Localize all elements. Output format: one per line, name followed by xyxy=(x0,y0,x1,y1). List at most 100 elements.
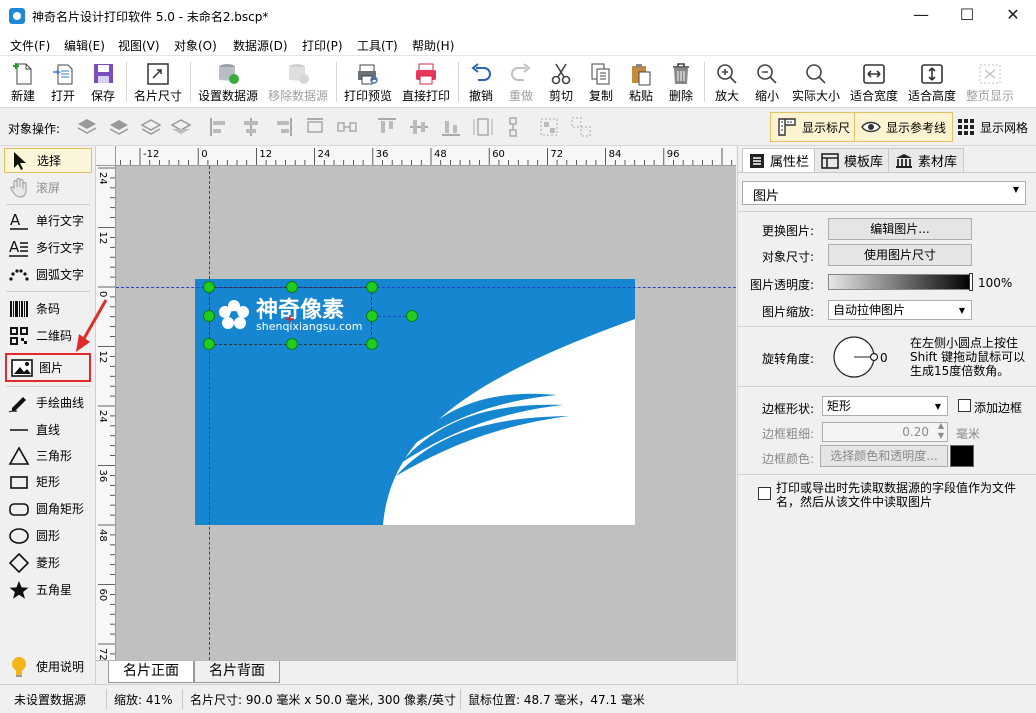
same-width-button[interactable] xyxy=(472,116,494,138)
resize-handle-tr[interactable] xyxy=(366,281,378,293)
design-canvas[interactable]: 神奇像素 shenqixiangsu.com xyxy=(116,166,736,660)
tool-circle[interactable]: 圆形 xyxy=(4,523,92,548)
align-bottom-button[interactable] xyxy=(440,116,462,138)
menu-edit[interactable]: 编辑(E) xyxy=(64,37,105,54)
tool-freehand[interactable]: 手绘曲线 xyxy=(4,390,92,415)
maximize-button[interactable]: ☐ xyxy=(944,0,990,32)
fit-width-button[interactable]: 适合宽度 xyxy=(848,58,900,106)
tool-rect[interactable]: 矩形 xyxy=(4,469,92,494)
same-height-button[interactable] xyxy=(502,116,524,138)
tool-single-text[interactable]: A 单行文字 xyxy=(4,208,92,233)
help-button[interactable]: 使用说明 xyxy=(4,654,92,679)
align-middle-button[interactable] xyxy=(408,116,430,138)
direct-print-button[interactable]: 直接打印 xyxy=(400,58,452,106)
menu-view[interactable]: 视图(V) xyxy=(118,37,160,54)
ungroup-button[interactable] xyxy=(570,116,592,138)
remove-datasource-button[interactable]: 移除数据源 xyxy=(266,58,330,106)
resize-handle-br[interactable] xyxy=(366,338,378,350)
close-button[interactable]: ✕ xyxy=(990,0,1036,32)
toggle-show-ruler[interactable]: 显示标尺 xyxy=(770,112,858,142)
menu-object[interactable]: 对象(O) xyxy=(174,37,217,54)
resize-handle-top[interactable] xyxy=(286,281,298,293)
border-shape-select[interactable]: 矩形 ▼ xyxy=(822,396,948,416)
tab-materials[interactable]: 素材库 xyxy=(888,148,965,172)
tool-select[interactable]: 选择 xyxy=(4,148,92,173)
undo-button[interactable]: 撤销 xyxy=(464,58,498,106)
resize-handle-right[interactable] xyxy=(366,310,378,322)
align-center-button[interactable] xyxy=(240,116,262,138)
fit-height-button[interactable]: 适合高度 xyxy=(906,58,958,106)
toggle-show-grid[interactable]: 显示网格 xyxy=(950,112,1035,142)
tool-image[interactable]: 图片 xyxy=(5,353,91,382)
bring-forward-button[interactable] xyxy=(108,116,130,138)
menu-print[interactable]: 打印(P) xyxy=(302,37,343,54)
resize-handle-left[interactable] xyxy=(203,310,215,322)
zoom-out-button[interactable]: 缩小 xyxy=(750,58,784,106)
vertical-ruler[interactable]: 24 12 0 12 24 36 48 60 72 xyxy=(96,166,116,660)
border-color-button[interactable]: 选择颜色和透明度... xyxy=(820,445,948,467)
paste-button[interactable]: 粘贴 xyxy=(624,58,658,106)
set-datasource-button[interactable]: 设置数据源 xyxy=(196,58,260,106)
tool-line[interactable]: 直线 xyxy=(4,417,92,442)
bring-to-front-button[interactable] xyxy=(76,116,98,138)
tab-card-back[interactable]: 名片背面 xyxy=(194,661,280,683)
align-top-button[interactable] xyxy=(376,116,398,138)
print-preview-button[interactable]: 打印预览 xyxy=(342,58,394,106)
menu-datasource[interactable]: 数据源(D) xyxy=(233,37,288,54)
menu-help[interactable]: 帮助(H) xyxy=(412,37,454,54)
menu-file[interactable]: 文件(F) xyxy=(10,37,50,54)
tool-multi-text[interactable]: A 多行文字 xyxy=(4,235,92,260)
open-button[interactable]: 打开 xyxy=(46,58,80,106)
fit-page-button[interactable]: 整页显示 xyxy=(964,58,1016,106)
border-color-swatch[interactable] xyxy=(950,445,974,467)
resize-handle-tl[interactable] xyxy=(203,281,215,293)
send-to-back-button[interactable] xyxy=(170,116,192,138)
card-size-button[interactable]: 名片尺寸 xyxy=(132,58,184,106)
add-border-checkbox[interactable] xyxy=(958,399,971,412)
guide-line-vertical[interactable] xyxy=(209,166,210,660)
tool-triangle[interactable]: 三角形 xyxy=(4,443,92,468)
redo-button[interactable]: 重做 xyxy=(504,58,538,106)
tab-card-front[interactable]: 名片正面 xyxy=(108,661,194,683)
zoom-in-button[interactable]: 放大 xyxy=(710,58,744,106)
resize-handle-bottom[interactable] xyxy=(286,338,298,350)
delete-button[interactable]: 删除 xyxy=(664,58,698,106)
menu-tools[interactable]: 工具(T) xyxy=(357,37,398,54)
new-button[interactable]: 新建 xyxy=(6,58,40,106)
tab-templates[interactable]: 模板库 xyxy=(814,148,891,172)
zoom-out-icon xyxy=(757,64,777,84)
tab-properties[interactable]: 属性栏 xyxy=(742,148,817,172)
read-from-datasource-checkbox[interactable] xyxy=(758,487,771,500)
distribute-h-button[interactable] xyxy=(304,116,326,138)
copy-icon xyxy=(591,63,610,85)
opacity-slider-thumb[interactable] xyxy=(969,273,973,291)
tool-arc-text[interactable]: 圆弧文字 xyxy=(4,262,92,287)
lightbulb-icon xyxy=(12,656,26,677)
copy-button[interactable]: 复制 xyxy=(584,58,618,106)
opacity-slider[interactable] xyxy=(828,273,973,291)
distribute-v-button[interactable] xyxy=(336,116,358,138)
tool-star[interactable]: 五角星 xyxy=(4,577,92,602)
scissors-icon xyxy=(551,63,571,85)
text-multi-icon: A xyxy=(9,238,28,257)
toggle-show-guides[interactable]: 显示参考线 xyxy=(854,112,954,142)
edit-image-button[interactable]: 编辑图片... xyxy=(828,218,972,240)
minimize-button[interactable]: — xyxy=(898,0,944,32)
align-right-button[interactable] xyxy=(272,116,294,138)
use-image-size-button[interactable]: 使用图片尺寸 xyxy=(828,244,972,266)
actual-size-button[interactable]: 实际大小 xyxy=(790,58,842,106)
border-width-spinner[interactable]: 0.20 ▲ ▼ xyxy=(822,421,948,442)
resize-handle-bl[interactable] xyxy=(203,338,215,350)
send-backward-button[interactable] xyxy=(140,116,162,138)
save-button[interactable]: 保存 xyxy=(86,58,120,106)
horizontal-ruler[interactable]: -12 0 12 24 36 48 60 72 84 96 xyxy=(116,146,736,166)
object-type-select[interactable]: 图片 ▼ xyxy=(742,181,1026,205)
cut-button[interactable]: 剪切 xyxy=(544,58,578,106)
rotation-handle[interactable] xyxy=(406,310,418,322)
tool-scroll[interactable]: 滚屏 xyxy=(4,175,92,200)
align-left-button[interactable] xyxy=(208,116,230,138)
tool-round-rect[interactable]: 圆角矩形 xyxy=(4,496,92,521)
image-scale-select[interactable]: 自动拉伸图片 ▼ xyxy=(828,300,972,320)
group-button[interactable] xyxy=(538,116,560,138)
tool-diamond[interactable]: 菱形 xyxy=(4,550,92,575)
